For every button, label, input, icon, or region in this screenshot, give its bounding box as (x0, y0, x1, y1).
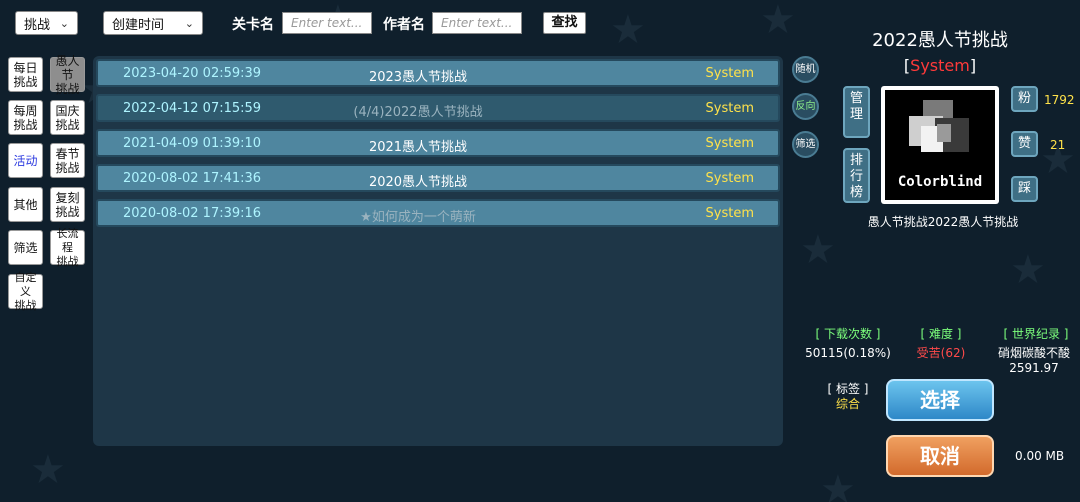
level-name-label: 关卡名 (232, 17, 274, 33)
background-star-icon: ★ (800, 227, 836, 273)
category-april-fools-button[interactable]: 愚人节 挑战 (50, 54, 85, 96)
background-star-icon: ★ (30, 447, 66, 493)
difficulty-value: 受苦(62) (916, 346, 966, 360)
sort-dropdown-value: 创建时间 (112, 17, 165, 33)
fans-button[interactable]: 粉 (1011, 86, 1038, 112)
detail-level-name: 愚人节挑战2022愚人节挑战 (867, 215, 1019, 229)
level-date: 2020-08-02 17:39:16 (123, 206, 262, 221)
background-star-icon: ★ (760, 0, 796, 43)
downloads-value: 50115(0.18%) (805, 346, 891, 360)
colorblind-thumbnail-image: Colorblind (885, 90, 995, 200)
category-spring-festival-button[interactable]: 春节 挑战 (50, 143, 85, 178)
thumbnail-text: Colorblind (898, 174, 982, 190)
level-date: 2023-04-20 02:59:39 (123, 66, 262, 81)
world-record-holder: 硝烟碳酸不酸 (997, 346, 1070, 360)
like-button[interactable]: 赞 (1011, 131, 1038, 157)
category-daily-button[interactable]: 每日 挑战 (8, 57, 43, 92)
background-star-icon: ★ (610, 7, 646, 53)
level-list-panel: 2023-04-20 02:59:39 2023愚人节挑战 System 202… (93, 56, 783, 446)
level-author: System (705, 101, 754, 116)
chevron-down-icon: ⌄ (184, 16, 194, 30)
level-thumbnail: Colorblind (881, 86, 999, 204)
level-title: 2020愚人节挑战 (368, 175, 468, 190)
level-author: System (705, 136, 754, 151)
level-title: 2021愚人节挑战 (368, 140, 468, 155)
level-row[interactable]: 2021-04-09 01:39:10 2021愚人节挑战 System (96, 129, 780, 157)
category-long-process-button[interactable]: 长流程 挑战 (50, 227, 85, 268)
category-custom-button[interactable]: 自定义 挑战 (8, 271, 43, 312)
level-title: ★如何成为一个萌新 (360, 210, 476, 225)
level-row[interactable]: 2020-08-02 17:39:16 ★如何成为一个萌新 System (96, 199, 780, 227)
world-record-value: 2591.97 (1009, 361, 1059, 375)
level-row-selected[interactable]: 2022-04-12 07:15:59 (4/4)2022愚人节挑战 Syste… (96, 94, 780, 122)
detail-title: 2022愚人节挑战 (872, 30, 1008, 51)
category-replica-button[interactable]: 复刻 挑战 (50, 187, 85, 222)
level-date: 2021-04-09 01:39:10 (123, 136, 262, 151)
like-count: 21 (1050, 138, 1066, 152)
mode-dropdown-value: 挑战 (24, 17, 51, 33)
background-star-icon: ★ (1010, 247, 1046, 293)
level-author: System (705, 171, 754, 186)
level-row[interactable]: 2023-04-20 02:59:39 2023愚人节挑战 System (96, 59, 780, 87)
random-button[interactable]: 随机 (792, 56, 819, 83)
level-date: 2022-04-12 07:15:59 (123, 101, 262, 116)
category-weekly-button[interactable]: 每周 挑战 (8, 100, 43, 135)
category-filter-button[interactable]: 筛选 (8, 230, 43, 265)
leaderboard-button[interactable]: 排行榜 (843, 148, 870, 203)
level-author: System (705, 206, 754, 221)
author-input[interactable]: Enter text... (432, 12, 522, 34)
level-row[interactable]: 2020-08-02 17:41:36 2020愚人节挑战 System (96, 164, 780, 192)
level-title: (4/4)2022愚人节挑战 (353, 105, 483, 120)
reverse-button[interactable]: 反向 (792, 93, 819, 120)
select-button[interactable]: 选择 (886, 379, 994, 421)
level-author: System (705, 66, 754, 81)
fans-count: 1792 (1044, 93, 1075, 107)
mode-dropdown[interactable]: 挑战 ⌄ (15, 11, 78, 35)
author-bracket-close: ] (969, 56, 977, 75)
background-star-icon: ★ (820, 467, 856, 502)
author-label: 作者名 (383, 17, 425, 33)
level-name-input[interactable]: Enter text... (282, 12, 372, 34)
level-title: 2023愚人节挑战 (368, 70, 468, 85)
detail-author-name[interactable]: System (910, 56, 970, 75)
manage-button[interactable]: 管理 (843, 86, 870, 138)
dislike-button[interactable]: 踩 (1011, 176, 1038, 202)
level-date: 2020-08-02 17:41:36 (123, 171, 262, 186)
difficulty-label: [ 难度 ] (920, 327, 962, 341)
world-record-label: [ 世界纪录 ] (1003, 327, 1069, 341)
chevron-down-icon: ⌄ (59, 16, 69, 30)
category-event-button[interactable]: 活动 (8, 143, 43, 178)
downloads-label: [ 下载次数 ] (815, 327, 881, 341)
search-button[interactable]: 查找 (543, 12, 586, 34)
filter-button[interactable]: 筛选 (792, 131, 819, 158)
detail-author: [System] (850, 56, 1030, 75)
download-size: 0.00 MB (1015, 449, 1065, 463)
category-national-day-button[interactable]: 国庆 挑战 (50, 100, 85, 135)
sort-dropdown[interactable]: 创建时间 ⌄ (103, 11, 203, 35)
cancel-button[interactable]: 取消 (886, 435, 994, 477)
category-other-button[interactable]: 其他 (8, 187, 43, 222)
tag-value: 综合 (835, 397, 860, 411)
